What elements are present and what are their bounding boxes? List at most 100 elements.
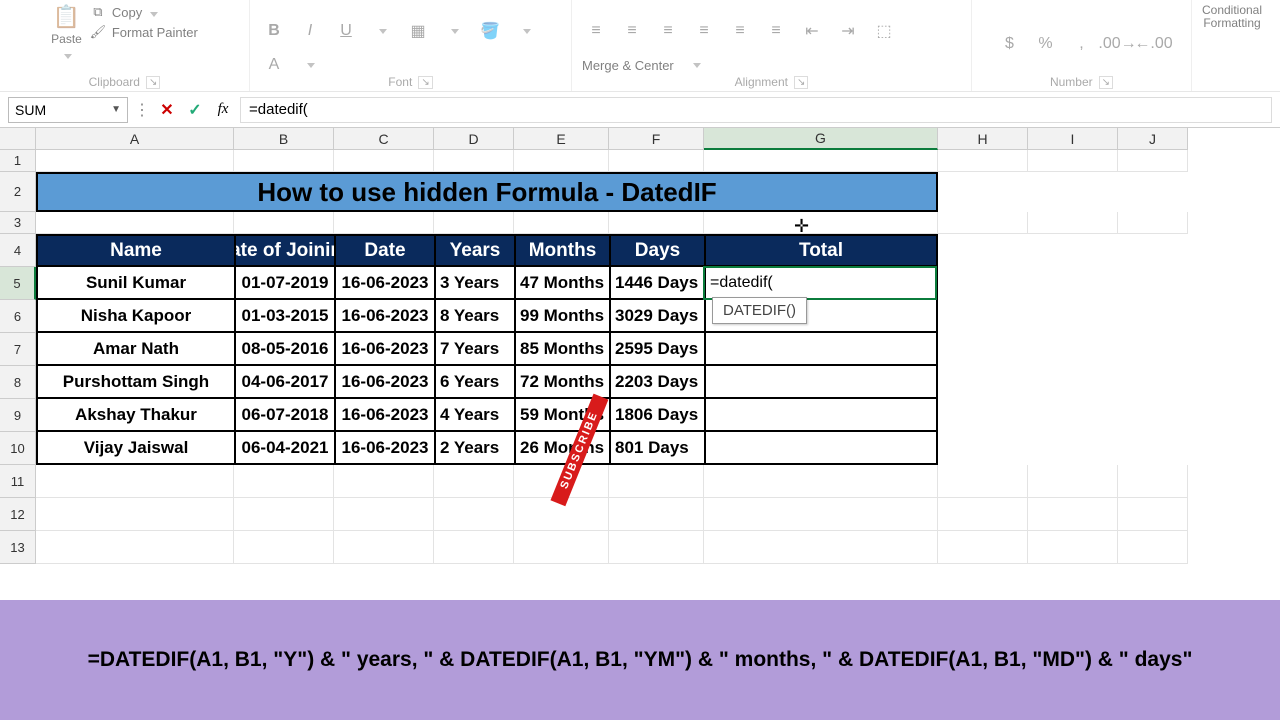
row-header-3[interactable]: 3	[0, 212, 36, 234]
cell[interactable]	[1118, 150, 1188, 172]
cell[interactable]	[234, 531, 334, 564]
col-header-J[interactable]: J	[1118, 128, 1188, 150]
cell[interactable]	[704, 212, 938, 234]
row-header-13[interactable]: 13	[0, 531, 36, 564]
cell[interactable]	[609, 150, 704, 172]
cell[interactable]	[1118, 267, 1188, 300]
number-launcher[interactable]: ↘	[1099, 76, 1113, 89]
cell[interactable]	[938, 333, 1028, 366]
cell[interactable]	[1118, 498, 1188, 531]
col-header-B[interactable]: B	[234, 128, 334, 150]
cell[interactable]	[704, 150, 938, 172]
col-header-C[interactable]: C	[334, 128, 434, 150]
table-cell[interactable]: 06-04-2021	[234, 432, 334, 465]
cell[interactable]	[36, 498, 234, 531]
table-cell[interactable]: 16-06-2023	[334, 333, 434, 366]
cell[interactable]	[1028, 399, 1118, 432]
cell[interactable]	[938, 432, 1028, 465]
cell[interactable]	[1028, 465, 1118, 498]
cell[interactable]	[1028, 150, 1118, 172]
comma-button[interactable]: ,	[1068, 31, 1096, 57]
align-left-button[interactable]: ≡	[690, 18, 718, 44]
row-header-6[interactable]: 6	[0, 300, 36, 333]
cell[interactable]	[36, 531, 234, 564]
cell[interactable]	[1028, 300, 1118, 333]
table-cell[interactable]: 2203 Days	[609, 366, 704, 399]
cell[interactable]	[334, 531, 434, 564]
table-cell[interactable]: Nisha Kapoor	[36, 300, 234, 333]
cell[interactable]	[704, 465, 938, 498]
cancel-button[interactable]: ✕	[156, 99, 178, 121]
underline-button[interactable]: U	[332, 18, 360, 44]
conditional-formatting-button[interactable]: Conditional Formatting	[1202, 4, 1262, 70]
row-header-2[interactable]: 2	[0, 172, 36, 212]
paste-dropdown[interactable]	[62, 48, 72, 62]
cells-area[interactable]: How to use hidden Formula - DatedIFNameD…	[36, 150, 1188, 564]
table-header[interactable]: Date	[334, 234, 434, 267]
table-cell[interactable]: 47 Months	[514, 267, 609, 300]
row-header-8[interactable]: 8	[0, 366, 36, 399]
font-launcher[interactable]: ↘	[418, 76, 432, 89]
table-cell[interactable]: 26 Months	[514, 432, 609, 465]
cell[interactable]	[1118, 531, 1188, 564]
cell[interactable]	[1118, 212, 1188, 234]
table-header[interactable]: Years	[434, 234, 514, 267]
cell[interactable]	[1028, 366, 1118, 399]
cell[interactable]	[514, 150, 609, 172]
borders-dropdown[interactable]	[440, 18, 468, 44]
copy-button[interactable]: ⧉ Copy	[90, 4, 198, 20]
fill-color-button[interactable]: 🪣	[476, 18, 504, 44]
align-right-button[interactable]: ≡	[762, 18, 790, 44]
row-header-7[interactable]: 7	[0, 333, 36, 366]
cell[interactable]	[938, 212, 1028, 234]
table-header[interactable]: Total	[704, 234, 938, 267]
row-header-1[interactable]: 1	[0, 150, 36, 172]
table-cell[interactable]: 85 Months	[514, 333, 609, 366]
cell[interactable]	[1118, 234, 1188, 267]
table-cell[interactable]: 6 Years	[434, 366, 514, 399]
row-header-11[interactable]: 11	[0, 465, 36, 498]
accounting-format-button[interactable]: $	[996, 31, 1024, 57]
cell[interactable]	[938, 172, 1028, 212]
table-cell[interactable]: 08-05-2016	[234, 333, 334, 366]
cell[interactable]	[938, 531, 1028, 564]
cell[interactable]	[1118, 172, 1188, 212]
increase-indent-button[interactable]: ⇥	[834, 18, 862, 44]
table-cell[interactable]: 16-06-2023	[334, 300, 434, 333]
col-header-F[interactable]: F	[609, 128, 704, 150]
table-cell[interactable]: Vijay Jaiswal	[36, 432, 234, 465]
cell[interactable]	[1118, 333, 1188, 366]
align-top-button[interactable]: ≡	[582, 18, 610, 44]
cell[interactable]	[234, 212, 334, 234]
table-cell[interactable]	[704, 366, 938, 399]
cell[interactable]	[1028, 234, 1118, 267]
cell[interactable]	[1118, 465, 1188, 498]
table-cell[interactable]	[704, 333, 938, 366]
cell[interactable]	[334, 465, 434, 498]
cell[interactable]	[1028, 333, 1118, 366]
table-cell[interactable]: 01-03-2015	[234, 300, 334, 333]
table-cell[interactable]: 2595 Days	[609, 333, 704, 366]
fx-button[interactable]: fx	[212, 99, 234, 121]
table-cell[interactable]: 16-06-2023	[334, 366, 434, 399]
font-color-button[interactable]: A	[260, 52, 288, 78]
chevron-down-icon[interactable]: ▼	[111, 104, 121, 115]
cell[interactable]	[434, 498, 514, 531]
row-header-4[interactable]: 4	[0, 234, 36, 267]
table-cell[interactable]: Akshay Thakur	[36, 399, 234, 432]
cell[interactable]	[234, 150, 334, 172]
table-header[interactable]: Name	[36, 234, 234, 267]
table-cell[interactable]: 01-07-2019	[234, 267, 334, 300]
cell[interactable]	[609, 498, 704, 531]
cell[interactable]	[938, 465, 1028, 498]
cell[interactable]	[434, 531, 514, 564]
cell[interactable]	[704, 498, 938, 531]
cell[interactable]	[234, 465, 334, 498]
cell[interactable]	[938, 498, 1028, 531]
cell[interactable]	[1028, 212, 1118, 234]
cell[interactable]	[1028, 432, 1118, 465]
cell[interactable]	[36, 150, 234, 172]
cell[interactable]	[434, 150, 514, 172]
table-cell[interactable]: 16-06-2023	[334, 399, 434, 432]
formula-input[interactable]: =datedif(	[240, 97, 1272, 123]
